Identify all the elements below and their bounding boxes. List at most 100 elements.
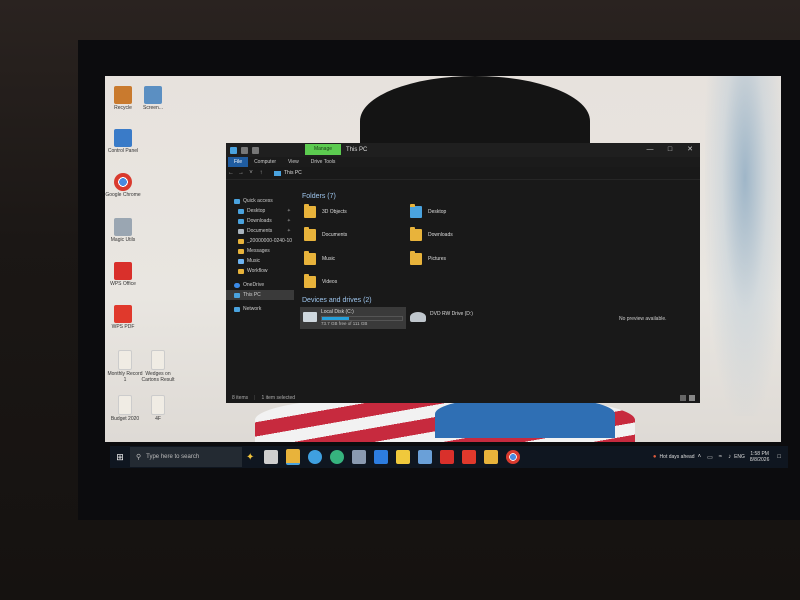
details-view-icon[interactable] [680, 395, 686, 401]
address-field[interactable]: This PC [274, 170, 302, 176]
search-input[interactable]: ⚲ Type here to search [130, 447, 242, 467]
forward-arrow-icon[interactable]: → [236, 170, 246, 176]
desktop-icon-document[interactable]: Monthly Record 1 [107, 350, 143, 383]
folder-app-icon[interactable] [484, 450, 499, 464]
folder-icon [304, 204, 316, 218]
start-button[interactable]: ⊞ [110, 446, 130, 468]
status-item-count: 8 items [232, 394, 249, 401]
desktop-icon-label: Budget 2020 [110, 416, 140, 422]
wps-icon[interactable] [440, 450, 455, 464]
maximize-button[interactable]: □ [660, 143, 680, 157]
language-indicator[interactable]: ENG [734, 454, 745, 460]
nav-network[interactable]: Network [226, 304, 294, 314]
file-explorer-icon[interactable] [286, 449, 301, 465]
desktop-icon-document[interactable]: 4F [140, 395, 176, 422]
large-icons-view-icon[interactable] [689, 395, 695, 401]
mail-icon[interactable] [352, 450, 367, 464]
pdf-icon[interactable] [462, 450, 477, 464]
search-icon: ⚲ [136, 454, 142, 461]
desktop-icon-document[interactable]: Wedges on Cartons Result [140, 350, 176, 383]
nav-folder-id[interactable]: _20000000-0240-10 [226, 236, 294, 246]
folder-item[interactable]: Desktop [410, 204, 446, 218]
taskbar: ⊞ ⚲ Type here to search ✦ ● Hot days ahe… [110, 446, 788, 468]
desktop-icon-utility[interactable]: Magic Utils [105, 218, 141, 243]
chrome-icon [114, 173, 132, 191]
chrome-icon[interactable] [506, 450, 521, 464]
desktop-icon-document[interactable]: Budget 2020 [107, 395, 143, 422]
drive-d[interactable]: DVD RW Drive (D:) [410, 309, 473, 322]
chevron-up-icon[interactable]: ˄ [698, 454, 702, 460]
store-icon[interactable] [374, 450, 389, 464]
content-pane: Folders (7) 3D Objects Desktop Documents… [298, 180, 598, 392]
devices-group-header[interactable]: Devices and drives (2) [302, 297, 372, 304]
nav-messages[interactable]: Messages [226, 246, 294, 256]
new-folder-icon[interactable] [252, 146, 259, 154]
desktop-icon-screen[interactable]: Screen... [135, 86, 171, 111]
back-arrow-icon[interactable]: ← [226, 170, 236, 176]
folder-item[interactable]: Music [304, 251, 335, 265]
clock[interactable]: 1:58 PM 8/8/2026 [750, 451, 769, 463]
task-view-icon[interactable] [264, 450, 279, 464]
nav-onedrive[interactable]: OneDrive [226, 280, 294, 290]
nav-desktop[interactable]: Desktop ✦ [226, 206, 294, 216]
tab-file[interactable]: File [228, 157, 249, 167]
wallpaper-blue-patch [705, 76, 781, 416]
nav-label: Documents [247, 228, 273, 234]
scrollbar[interactable] [693, 180, 698, 392]
close-button[interactable]: ✕ [680, 143, 700, 157]
wallpaper-flag-blue [435, 398, 615, 438]
folder-item[interactable]: Pictures [410, 251, 447, 265]
folders-group-header[interactable]: Folders (7) [302, 193, 336, 200]
folder-item[interactable]: Downloads [410, 227, 453, 241]
nav-quick-access[interactable]: Quick access [226, 196, 294, 206]
nav-this-pc[interactable]: This PC [226, 290, 294, 300]
nav-workflow[interactable]: Workflow [226, 266, 294, 276]
properties-icon[interactable] [241, 146, 248, 154]
edge-dev-icon[interactable] [330, 450, 345, 464]
title-bar[interactable]: Manage This PC — □ ✕ [226, 143, 700, 157]
nav-label: Desktop [247, 208, 266, 214]
tab-view[interactable]: View [282, 157, 305, 167]
nav-label: Quick access [243, 198, 273, 204]
volume-icon[interactable]: ♪ [728, 454, 731, 460]
folder-item[interactable]: Videos [304, 274, 338, 288]
weather-text[interactable]: Hot days ahead [660, 454, 695, 460]
folder-icon [410, 227, 422, 241]
desktop-icon-control-panel[interactable]: Control Panel [105, 129, 141, 154]
manage-tab[interactable]: Manage [305, 144, 341, 155]
control-panel-icon [114, 129, 132, 147]
this-pc-icon [234, 292, 240, 298]
status-selected-count: 1 item selected [261, 394, 296, 401]
tab-computer[interactable]: Computer [248, 157, 282, 167]
folder-label: Videos [322, 279, 338, 285]
desktop-icon-chrome[interactable]: Google Chrome [105, 173, 141, 198]
up-arrow-icon[interactable]: ↑ [256, 170, 266, 176]
minimize-button[interactable]: — [640, 143, 660, 157]
dvd-drive-icon [410, 312, 426, 322]
desktop-icon-wps-pdf[interactable]: WPS PDF [105, 305, 141, 330]
weather-icon[interactable]: ● [653, 454, 657, 460]
sticky-notes-icon[interactable] [396, 450, 411, 464]
nav-documents[interactable]: Documents ✦ [226, 226, 294, 236]
folder-item[interactable]: 3D Objects [304, 204, 347, 218]
pinned-apps [260, 449, 524, 465]
folder-label: Pictures [428, 256, 447, 262]
wifi-icon[interactable]: ≈ [719, 454, 722, 460]
nav-music[interactable]: Music [226, 256, 294, 266]
search-highlights-icon[interactable]: ✦ [246, 452, 254, 463]
battery-icon[interactable]: ▭ [707, 454, 713, 461]
history-chevron-icon[interactable]: ˅ [246, 170, 256, 176]
document-icon [151, 395, 165, 415]
tab-drive-tools[interactable]: Drive Tools [305, 157, 342, 167]
desktop-icon-wps-office[interactable]: WPS Office [105, 262, 141, 287]
folder-item[interactable]: Documents [304, 227, 347, 241]
notifications-icon[interactable]: □ [777, 454, 781, 460]
folder-icon [238, 248, 244, 254]
folder-icon [238, 238, 244, 244]
wps-pdf-icon [114, 305, 132, 323]
address-text: This PC [284, 170, 302, 176]
nav-downloads[interactable]: Downloads ✦ [226, 216, 294, 226]
photos-icon[interactable] [418, 450, 433, 464]
drive-c[interactable]: Local Disk (C:) 73.7 GB free of 111 GB [300, 307, 406, 329]
edge-icon[interactable] [308, 450, 323, 464]
